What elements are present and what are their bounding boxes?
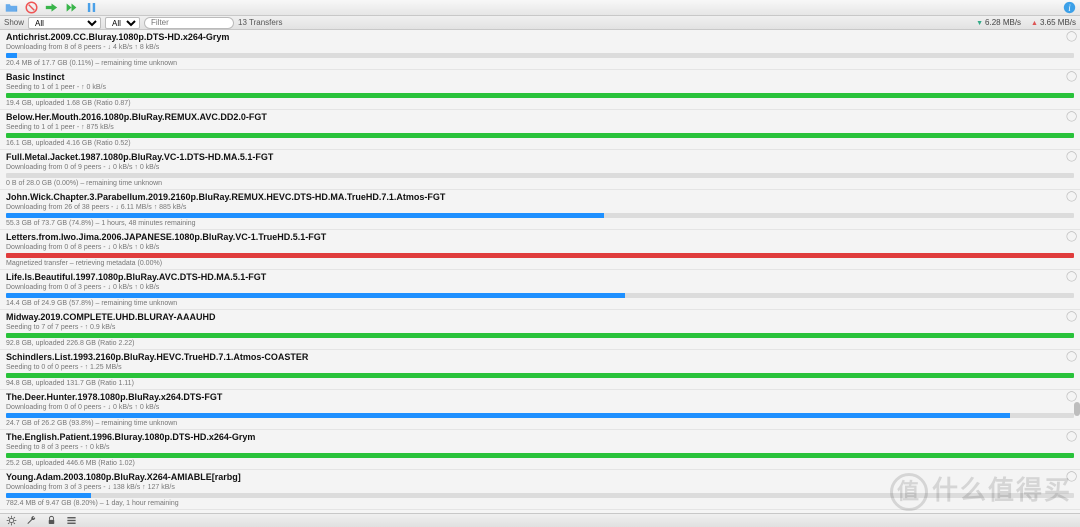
- torrent-status-line: 94.8 GB, uploaded 131.7 GB (Ratio 1.11): [6, 379, 1074, 389]
- torrent-peers-line: Downloading from 26 of 38 peers - ↓ 6.11…: [6, 203, 1074, 212]
- progress-bar: [6, 333, 1074, 338]
- torrent-peers-line: Downloading from 0 of 0 peers - ↓ 0 kB/s…: [6, 403, 1074, 412]
- progress-bar: [6, 493, 1074, 498]
- torrent-status-line: 92.8 GB, uploaded 226.8 GB (Ratio 2.22): [6, 339, 1074, 349]
- scrollbar[interactable]: [1074, 30, 1080, 513]
- pause-icon[interactable]: [84, 1, 98, 15]
- progress-bar: [6, 453, 1074, 458]
- torrent-status-line: 25.2 GB, uploaded 446.6 MB (Ratio 1.02): [6, 459, 1074, 469]
- progress-bar: [6, 373, 1074, 378]
- torrent-list[interactable]: Antichrist.2009.CC.Bluray.1080p.DTS-HD.x…: [0, 30, 1080, 513]
- torrent-peers-line: Seeding to 1 of 1 peer - ↑ 875 kB/s: [6, 123, 1074, 132]
- torrent-status-line: 14.4 GB of 24.9 GB (57.8%) – remaining t…: [6, 299, 1074, 309]
- progress-bar: [6, 293, 1074, 298]
- progress-bar: [6, 133, 1074, 138]
- transfer-summary: 13 Transfers: [238, 18, 282, 27]
- torrent-row[interactable]: Schindlers.List.1993.2160p.BluRay.HEVC.T…: [0, 350, 1080, 390]
- progress-bar: [6, 173, 1074, 178]
- torrent-title: Full.Metal.Jacket.1987.1080p.BluRay.VC-1…: [6, 152, 1074, 163]
- torrent-status-line: 782.4 MB of 9.47 GB (8.20%) – 1 day, 1 h…: [6, 499, 1074, 509]
- torrent-peers-line: Downloading from 0 of 9 peers - ↓ 0 kB/s…: [6, 163, 1074, 172]
- torrent-status-line: Magnetized transfer – retrieving metadat…: [6, 259, 1074, 269]
- progress-bar: [6, 93, 1074, 98]
- state-filter-select[interactable]: AllDownloadingSeedingPaused: [28, 17, 101, 29]
- torrent-row[interactable]: Young.Adam.2003.1080p.BluRay.X264-AMIABL…: [0, 470, 1080, 510]
- start-icon[interactable]: [44, 1, 58, 15]
- torrent-row[interactable]: Life.Is.Beautiful.1997.1080p.BluRay.AVC.…: [0, 270, 1080, 310]
- main-toolbar: i: [0, 0, 1080, 16]
- torrent-row[interactable]: Antichrist.2009.CC.Bluray.1080p.DTS-HD.x…: [0, 30, 1080, 70]
- torrent-peers-line: Downloading from 0 of 3 peers - ↓ 0 kB/s…: [6, 283, 1074, 292]
- torrent-title: The.Deer.Hunter.1978.1080p.BluRay.x264.D…: [6, 392, 1074, 403]
- torrent-row[interactable]: Full.Metal.Jacket.1987.1080p.BluRay.VC-1…: [0, 150, 1080, 190]
- show-label: Show: [4, 18, 24, 27]
- torrent-row[interactable]: Letters.from.Iwo.Jima.2006.JAPANESE.1080…: [0, 230, 1080, 270]
- torrent-row[interactable]: Midway.2019.COMPLETE.UHD.BLURAY-AAAUHDSe…: [0, 310, 1080, 350]
- torrent-row[interactable]: The.Deer.Hunter.1978.1080p.BluRay.x264.D…: [0, 390, 1080, 430]
- torrent-title: Life.Is.Beautiful.1997.1080p.BluRay.AVC.…: [6, 272, 1074, 283]
- list-compact-icon[interactable]: [64, 515, 78, 527]
- torrent-status-line: 16.1 GB, uploaded 4.16 GB (Ratio 0.52): [6, 139, 1074, 149]
- progress-bar: [6, 253, 1074, 258]
- torrent-peers-line: Downloading from 0 of 8 peers - ↓ 0 kB/s…: [6, 243, 1074, 252]
- torrent-title: Basic Instinct: [6, 72, 1074, 83]
- global-download-rate: 6.28 MB/s: [976, 18, 1021, 27]
- progress-bar: [6, 413, 1074, 418]
- lock-icon[interactable]: [44, 515, 58, 527]
- torrent-status-line: 55.3 GB of 73.7 GB (74.8%) – 1 hours, 48…: [6, 219, 1074, 229]
- torrent-peers-line: Seeding to 1 of 1 peer - ↑ 0 kB/s: [6, 83, 1074, 92]
- torrent-title: The.English.Patient.1996.Bluray.1080p.DT…: [6, 432, 1074, 443]
- torrent-title: Midway.2019.COMPLETE.UHD.BLURAY-AAAUHD: [6, 312, 1074, 323]
- torrent-peers-line: Seeding to 8 of 3 peers - ↑ 0 kB/s: [6, 443, 1074, 452]
- torrent-row[interactable]: The.English.Patient.1996.Bluray.1080p.DT…: [0, 430, 1080, 470]
- torrent-title: Schindlers.List.1993.2160p.BluRay.HEVC.T…: [6, 352, 1074, 363]
- torrent-title: John.Wick.Chapter.3.Parabellum.2019.2160…: [6, 192, 1074, 203]
- torrent-title: Letters.from.Iwo.Jima.2006.JAPANESE.1080…: [6, 232, 1074, 243]
- progress-bar: [6, 213, 1074, 218]
- bottom-toolbar: [0, 513, 1080, 527]
- torrent-title: Below.Her.Mouth.2016.1080p.BluRay.REMUX.…: [6, 112, 1074, 123]
- open-icon[interactable]: [4, 1, 18, 15]
- progress-bar: [6, 53, 1074, 58]
- torrent-row[interactable]: John.Wick.Chapter.3.Parabellum.2019.2160…: [0, 190, 1080, 230]
- torrent-peers-line: Seeding to 7 of 7 peers - ↑ 0.9 kB/s: [6, 323, 1074, 332]
- torrent-row[interactable]: Below.Her.Mouth.2016.1080p.BluRay.REMUX.…: [0, 110, 1080, 150]
- torrent-peers-line: Downloading from 8 of 8 peers - ↓ 4 kB/s…: [6, 43, 1074, 52]
- global-upload-rate: 3.65 MB/s: [1031, 18, 1076, 27]
- wrench-icon[interactable]: [24, 515, 38, 527]
- info-icon[interactable]: i: [1062, 1, 1076, 15]
- torrent-status-line: 19.4 GB, uploaded 1.68 GB (Ratio 0.87): [6, 99, 1074, 109]
- torrent-peers-line: Downloading from 3 of 3 peers - ↓ 138 kB…: [6, 483, 1074, 492]
- torrent-row[interactable]: Basic InstinctSeeding to 1 of 1 peer - ↑…: [0, 70, 1080, 110]
- torrent-title: Young.Adam.2003.1080p.BluRay.X264-AMIABL…: [6, 472, 1074, 483]
- settings-icon[interactable]: [4, 515, 18, 527]
- remove-icon[interactable]: [24, 1, 38, 15]
- filter-bar: Show AllDownloadingSeedingPaused All 13 …: [0, 16, 1080, 30]
- search-input[interactable]: [144, 17, 234, 29]
- torrent-status-line: 20.4 MB of 17.7 GB (0.11%) – remaining t…: [6, 59, 1074, 69]
- torrent-peers-line: Seeding to 0 of 0 peers - ↑ 1.25 MB/s: [6, 363, 1074, 372]
- torrent-status-line: 0 B of 28.0 GB (0.00%) – remaining time …: [6, 179, 1074, 189]
- start-all-icon[interactable]: [64, 1, 78, 15]
- torrent-title: Antichrist.2009.CC.Bluray.1080p.DTS-HD.x…: [6, 32, 1074, 43]
- group-filter-select[interactable]: All: [105, 17, 140, 29]
- torrent-status-line: 24.7 GB of 26.2 GB (93.8%) – remaining t…: [6, 419, 1074, 429]
